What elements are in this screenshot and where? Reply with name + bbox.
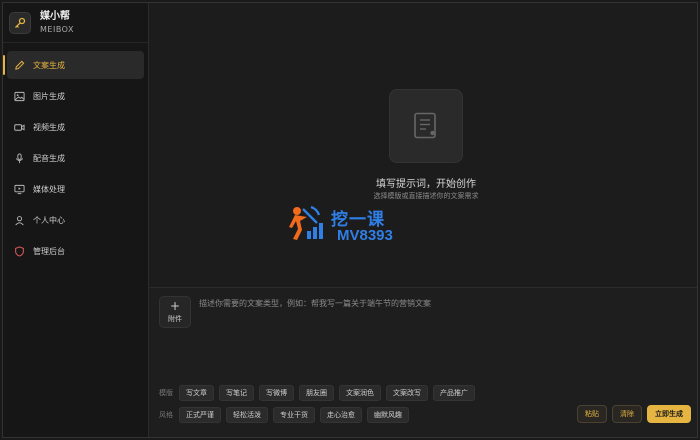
template-chip[interactable]: 写文章 xyxy=(179,385,214,401)
output-area: 填写提示词，开始创作 选择模版或直接描述你的文案需求 挖一课 MV8393 xyxy=(149,3,697,287)
template-chip[interactable]: 文案改写 xyxy=(386,385,428,401)
sidebar-item-copywriting[interactable]: 文案生成 xyxy=(3,51,144,79)
watermark: 挖一课 MV8393 xyxy=(283,203,413,247)
brand-subtitle: MEIBOX xyxy=(40,24,74,34)
sidebar-item-video[interactable]: 视频生成 xyxy=(7,113,144,141)
sidebar-item-label: 文案生成 xyxy=(33,60,65,70)
sidebar-item-media[interactable]: 媒体处理 xyxy=(7,175,144,203)
sidebar: 媒小帮 MEIBOX 文案生成 图片生成 视频生成 配音生成 媒体处理 个人中心… xyxy=(3,3,149,437)
brand: 媒小帮 MEIBOX xyxy=(3,3,148,43)
empty-state-title: 填写提示词，开始创作 xyxy=(376,179,476,190)
sidebar-item-label: 图片生成 xyxy=(33,91,65,101)
pen-icon xyxy=(13,59,25,71)
template-chip[interactable]: 写微博 xyxy=(259,385,294,401)
document-icon xyxy=(389,89,463,163)
main-panel: 填写提示词，开始创作 选择模版或直接描述你的文案需求 挖一课 MV8393 + xyxy=(149,3,697,437)
template-chip[interactable]: 文案润色 xyxy=(339,385,381,401)
style-chip[interactable]: 走心治愈 xyxy=(320,407,362,423)
empty-state-subtitle: 选择模版或直接描述你的文案需求 xyxy=(373,192,479,200)
digging-figure-icon xyxy=(289,205,323,240)
style-chip[interactable]: 幽默风趣 xyxy=(367,407,409,423)
attach-label: 附件 xyxy=(168,314,182,323)
composer-actions: 粘贴 清除 立即生成 xyxy=(572,405,691,423)
sidebar-nav: 文案生成 图片生成 视频生成 配音生成 媒体处理 个人中心 管理后台 xyxy=(3,43,148,268)
sidebar-item-label: 管理后台 xyxy=(33,246,65,256)
style-chip[interactable]: 专业干货 xyxy=(273,407,315,423)
generate-button[interactable]: 立即生成 xyxy=(647,405,691,423)
template-label: 模版 xyxy=(159,389,173,397)
style-row: 风格 正式严谨 轻松活泼 专业干货 走心治愈 幽默风趣 xyxy=(159,407,414,423)
sidebar-item-voice[interactable]: 配音生成 xyxy=(7,144,144,172)
sidebar-item-admin[interactable]: 管理后台 xyxy=(7,237,144,265)
sidebar-item-image[interactable]: 图片生成 xyxy=(7,82,144,110)
template-chip[interactable]: 朋友圈 xyxy=(299,385,334,401)
composer: + 附件 模版 写文章 写笔记 写微博 朋友圈 文案润色 文案改写 产品推广 风… xyxy=(149,287,697,437)
template-chip[interactable]: 写笔记 xyxy=(219,385,254,401)
template-chip[interactable]: 产品推广 xyxy=(433,385,475,401)
monitor-icon xyxy=(13,183,25,195)
sidebar-item-label: 个人中心 xyxy=(33,215,65,225)
image-icon xyxy=(13,90,25,102)
user-icon xyxy=(13,214,25,226)
sidebar-item-label: 视频生成 xyxy=(33,122,65,132)
key-icon xyxy=(9,11,31,34)
prompt-input[interactable] xyxy=(199,298,669,338)
sidebar-item-label: 媒体处理 xyxy=(33,184,65,194)
style-chip[interactable]: 正式严谨 xyxy=(179,407,221,423)
clear-button[interactable]: 清除 xyxy=(612,405,642,423)
plus-icon: + xyxy=(169,298,181,313)
watermark-code: MV8393 xyxy=(337,227,393,244)
sidebar-item-label: 配音生成 xyxy=(33,153,65,163)
video-icon xyxy=(13,121,25,133)
attach-button[interactable]: + 附件 xyxy=(159,296,191,328)
style-chip[interactable]: 轻松活泼 xyxy=(226,407,268,423)
template-row: 模版 写文章 写笔记 写微博 朋友圈 文案润色 文案改写 产品推广 xyxy=(159,385,480,401)
microphone-icon xyxy=(13,152,25,164)
paste-button[interactable]: 粘贴 xyxy=(577,405,607,423)
brand-name: 媒小帮 xyxy=(40,10,70,22)
style-label: 风格 xyxy=(159,411,173,419)
app-window: 媒小帮 MEIBOX 文案生成 图片生成 视频生成 配音生成 媒体处理 个人中心… xyxy=(2,2,698,438)
sidebar-item-profile[interactable]: 个人中心 xyxy=(7,206,144,234)
shield-icon xyxy=(13,245,25,257)
